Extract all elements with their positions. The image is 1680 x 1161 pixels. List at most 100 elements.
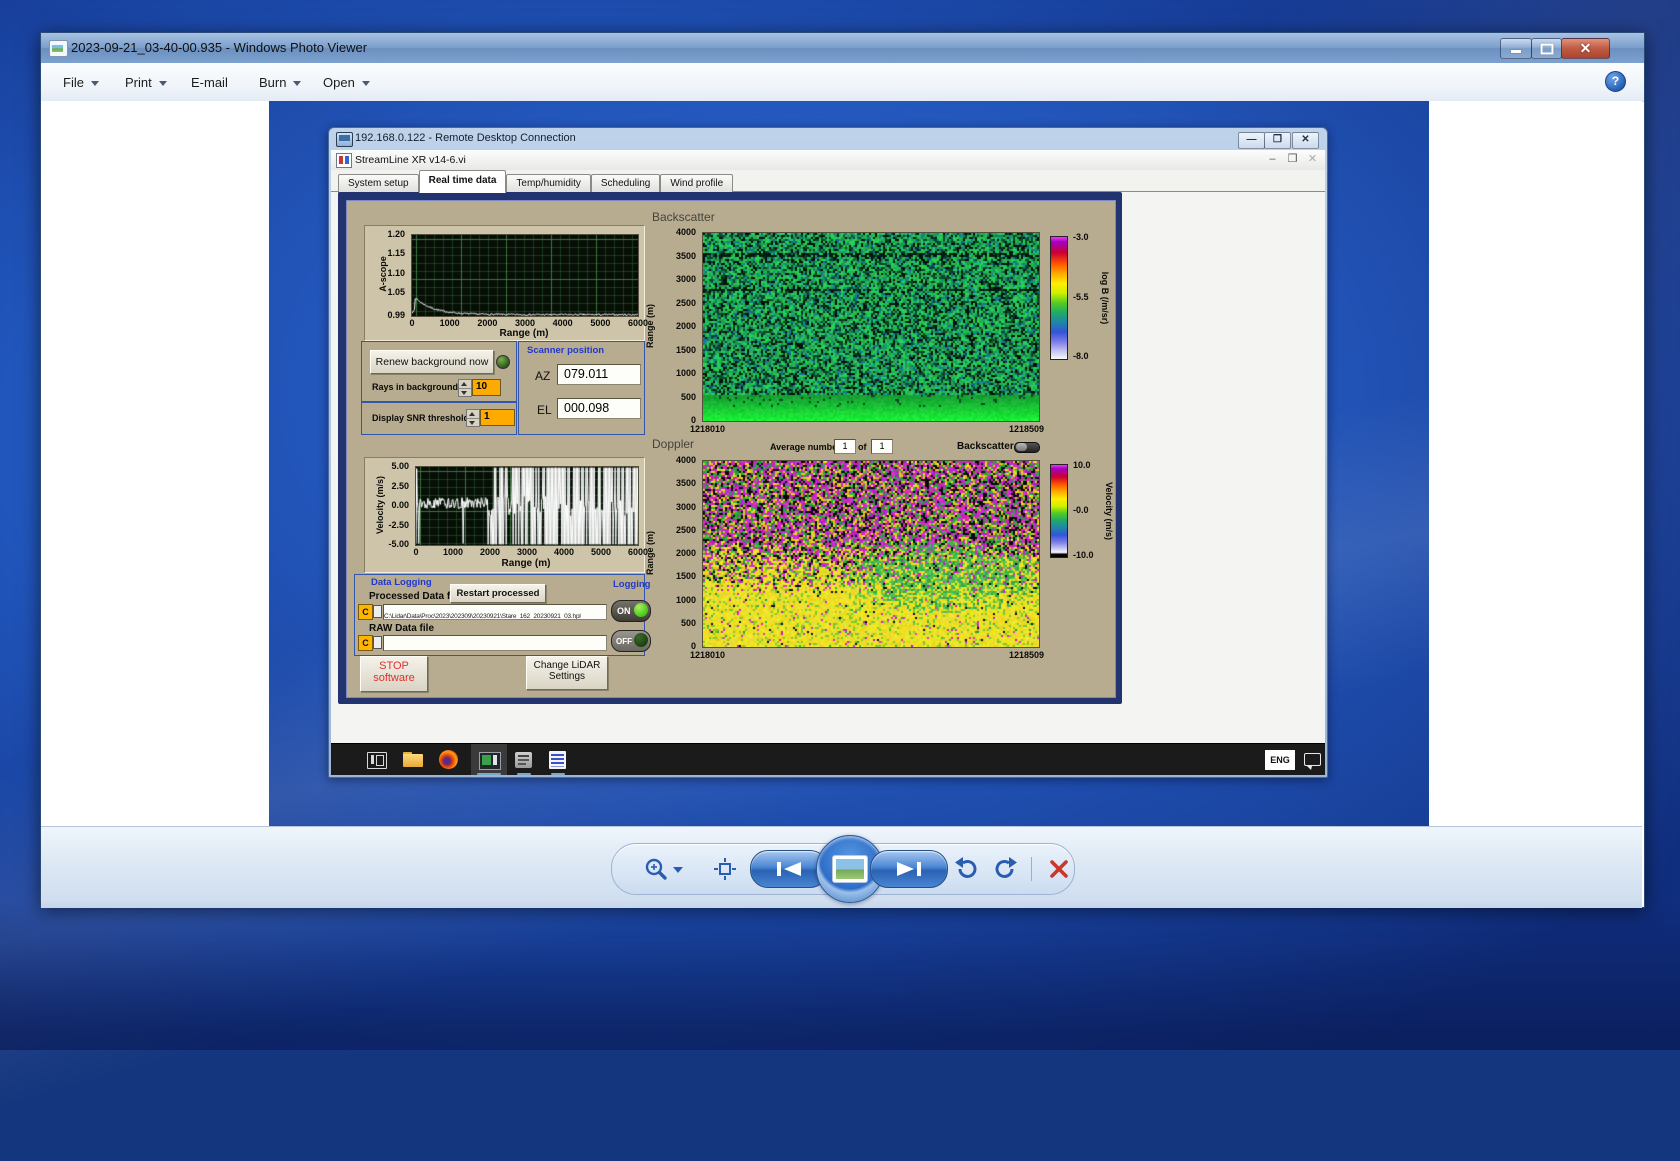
y-tick-label: 1.20: [371, 229, 405, 239]
backscatter-x-start-label: 1218010: [690, 424, 725, 434]
streamline-minimize-button: –: [1264, 153, 1281, 167]
notifications-icon[interactable]: [1304, 753, 1321, 766]
y-tick-label: 2000: [660, 321, 696, 331]
running-indicator: [517, 773, 531, 775]
photo-image: 192.168.0.122 - Remote Desktop Connectio…: [269, 101, 1429, 826]
menu-print-label: Print: [125, 75, 152, 90]
help-icon[interactable]: ?: [1605, 71, 1626, 92]
processed-logging-toggle[interactable]: ON: [611, 600, 651, 622]
colorbar-tick: -5.5: [1073, 292, 1089, 302]
labview-app-icon[interactable]: [549, 751, 566, 769]
menu-open[interactable]: Open: [323, 73, 370, 91]
menu-print[interactable]: Print: [125, 73, 167, 91]
x-tick-label: 3000: [515, 318, 535, 328]
raw-data-file-path-field[interactable]: [383, 635, 607, 651]
x-tick-label: 1000: [440, 318, 460, 328]
labview-vi-icon: [336, 153, 352, 168]
renew-background-led: [496, 355, 510, 369]
toggle-knob: [1016, 443, 1027, 451]
colorbar-tick: -3.0: [1073, 232, 1089, 242]
rays-in-background-stepper[interactable]: [458, 379, 472, 397]
rdp-title: 192.168.0.122 - Remote Desktop Connectio…: [355, 132, 576, 144]
menu-file[interactable]: File: [63, 73, 99, 91]
y-tick-label: 2500: [660, 298, 696, 308]
velocity-graph-panel: 5.002.500.00-2.50-5.00 Velocity (m/s) 01…: [364, 457, 645, 573]
x-tick-label: 4000: [553, 318, 573, 328]
backscatter-plot-title: Backscatter: [652, 210, 715, 224]
task-view-icon[interactable]: [367, 752, 387, 769]
doppler-colorbar-label: Velocity (m/s): [1104, 482, 1114, 540]
rotate-counterclockwise-button[interactable]: [951, 855, 981, 883]
zoom-button[interactable]: [641, 855, 671, 883]
colorbar-tick: 10.0: [1073, 460, 1091, 470]
zoom-dropdown-arrow-icon[interactable]: [673, 867, 683, 873]
x-tick-label: 2000: [477, 318, 497, 328]
delete-button[interactable]: [1045, 856, 1073, 882]
language-indicator[interactable]: ENG: [1265, 750, 1295, 770]
active-app-highlight[interactable]: [471, 744, 507, 775]
data-logging-title: Data Logging: [371, 577, 432, 588]
raw-path-type-icon[interactable]: C: [358, 635, 373, 651]
colorbar-tick: -8.0: [1073, 351, 1089, 361]
renew-background-button[interactable]: Renew background now: [370, 350, 494, 374]
processed-path-type-icon[interactable]: C: [358, 604, 373, 620]
stop-software-button[interactable]: STOP software: [360, 656, 428, 692]
processed-path-browse-icon[interactable]: [373, 605, 382, 618]
processed-data-file-label: Processed Data file: [369, 591, 461, 602]
rotate-clockwise-button[interactable]: [991, 855, 1021, 883]
y-tick-label: 500: [660, 392, 696, 402]
restart-processed-file-button[interactable]: Restart processed file: [450, 584, 546, 603]
ascope-y-axis-label: A-scope: [378, 256, 388, 292]
stop-line2: software: [361, 672, 427, 684]
az-value-field[interactable]: 079.011: [557, 364, 641, 385]
streamline-titlebar: StreamLine XR v14-6.vi – ❒ ✕: [331, 150, 1325, 171]
snr-threshold-stepper[interactable]: [466, 409, 480, 427]
y-tick-label: 0.99: [371, 310, 405, 320]
snr-threshold-value[interactable]: 1: [480, 409, 515, 426]
rays-in-background-label: Rays in background: [372, 382, 458, 392]
data-logging-box: Data Logging Processed Data file Restart…: [354, 574, 645, 656]
az-label: AZ: [535, 369, 550, 383]
tab-scheduling: Scheduling: [591, 174, 660, 193]
photo-viewer-window: 2023-09-21_03-40-00.935 - Windows Photo …: [40, 32, 1645, 908]
processed-data-file-path-field[interactable]: C:\Lidar\Data\Proc\2023\202309\20230921\…: [383, 604, 607, 620]
average-total-field[interactable]: 1: [871, 439, 893, 454]
y-tick-label: 1500: [660, 571, 696, 581]
y-tick-label: 3000: [660, 502, 696, 512]
tab-wind-profile: Wind profile: [660, 174, 733, 193]
menu-burn[interactable]: Burn: [259, 73, 301, 91]
el-value-field[interactable]: 000.098: [557, 398, 641, 419]
streamline-title: StreamLine XR v14-6.vi: [355, 154, 466, 166]
image-file-icon: [49, 40, 68, 57]
minimize-button[interactable]: [1500, 38, 1532, 59]
actual-size-button[interactable]: [711, 855, 739, 883]
chevron-down-icon: [91, 81, 99, 86]
doppler-heatmap-container: 40003500300025002000150010005000 Range (…: [702, 460, 1042, 656]
chevron-down-icon: [159, 81, 167, 86]
file-explorer-icon[interactable]: [403, 752, 423, 767]
change-lidar-settings-button[interactable]: Change LiDAR Settings: [526, 656, 608, 690]
average-number-field[interactable]: 1: [834, 439, 856, 454]
photo-viewer-toolbar-area: [41, 826, 1642, 908]
el-label: EL: [537, 403, 552, 417]
on-label: ON: [612, 606, 631, 616]
firefox-icon[interactable]: [439, 750, 458, 769]
velocity-y-axis-label: Velocity (m/s): [375, 476, 385, 534]
velocity-plot-area: [415, 466, 639, 546]
scan-app-icon[interactable]: [515, 752, 532, 768]
menu-email[interactable]: E-mail: [191, 73, 228, 91]
raw-logging-toggle[interactable]: OFF: [611, 630, 651, 652]
maximize-button[interactable]: [1531, 38, 1562, 59]
rays-in-background-value[interactable]: 10: [472, 379, 501, 396]
x-tick-label: 5000: [591, 547, 611, 557]
raw-path-browse-icon[interactable]: [373, 636, 382, 649]
streamline-tab-bar: System setupReal time dataTemp/humidityS…: [331, 170, 1325, 192]
y-tick-label: 3500: [660, 478, 696, 488]
menu-file-label: File: [63, 75, 84, 90]
close-button[interactable]: ✕: [1561, 38, 1610, 59]
x-tick-label: 1000: [443, 547, 463, 557]
backscatter-toggle-switch[interactable]: [1014, 442, 1040, 453]
photo-viewer-titlebar[interactable]: 2023-09-21_03-40-00.935 - Windows Photo …: [41, 33, 1644, 64]
next-button[interactable]: [870, 850, 948, 888]
backscatter-colorbar: -3.0 -5.5 -8.0 log B (/m/sr): [1050, 236, 1068, 360]
